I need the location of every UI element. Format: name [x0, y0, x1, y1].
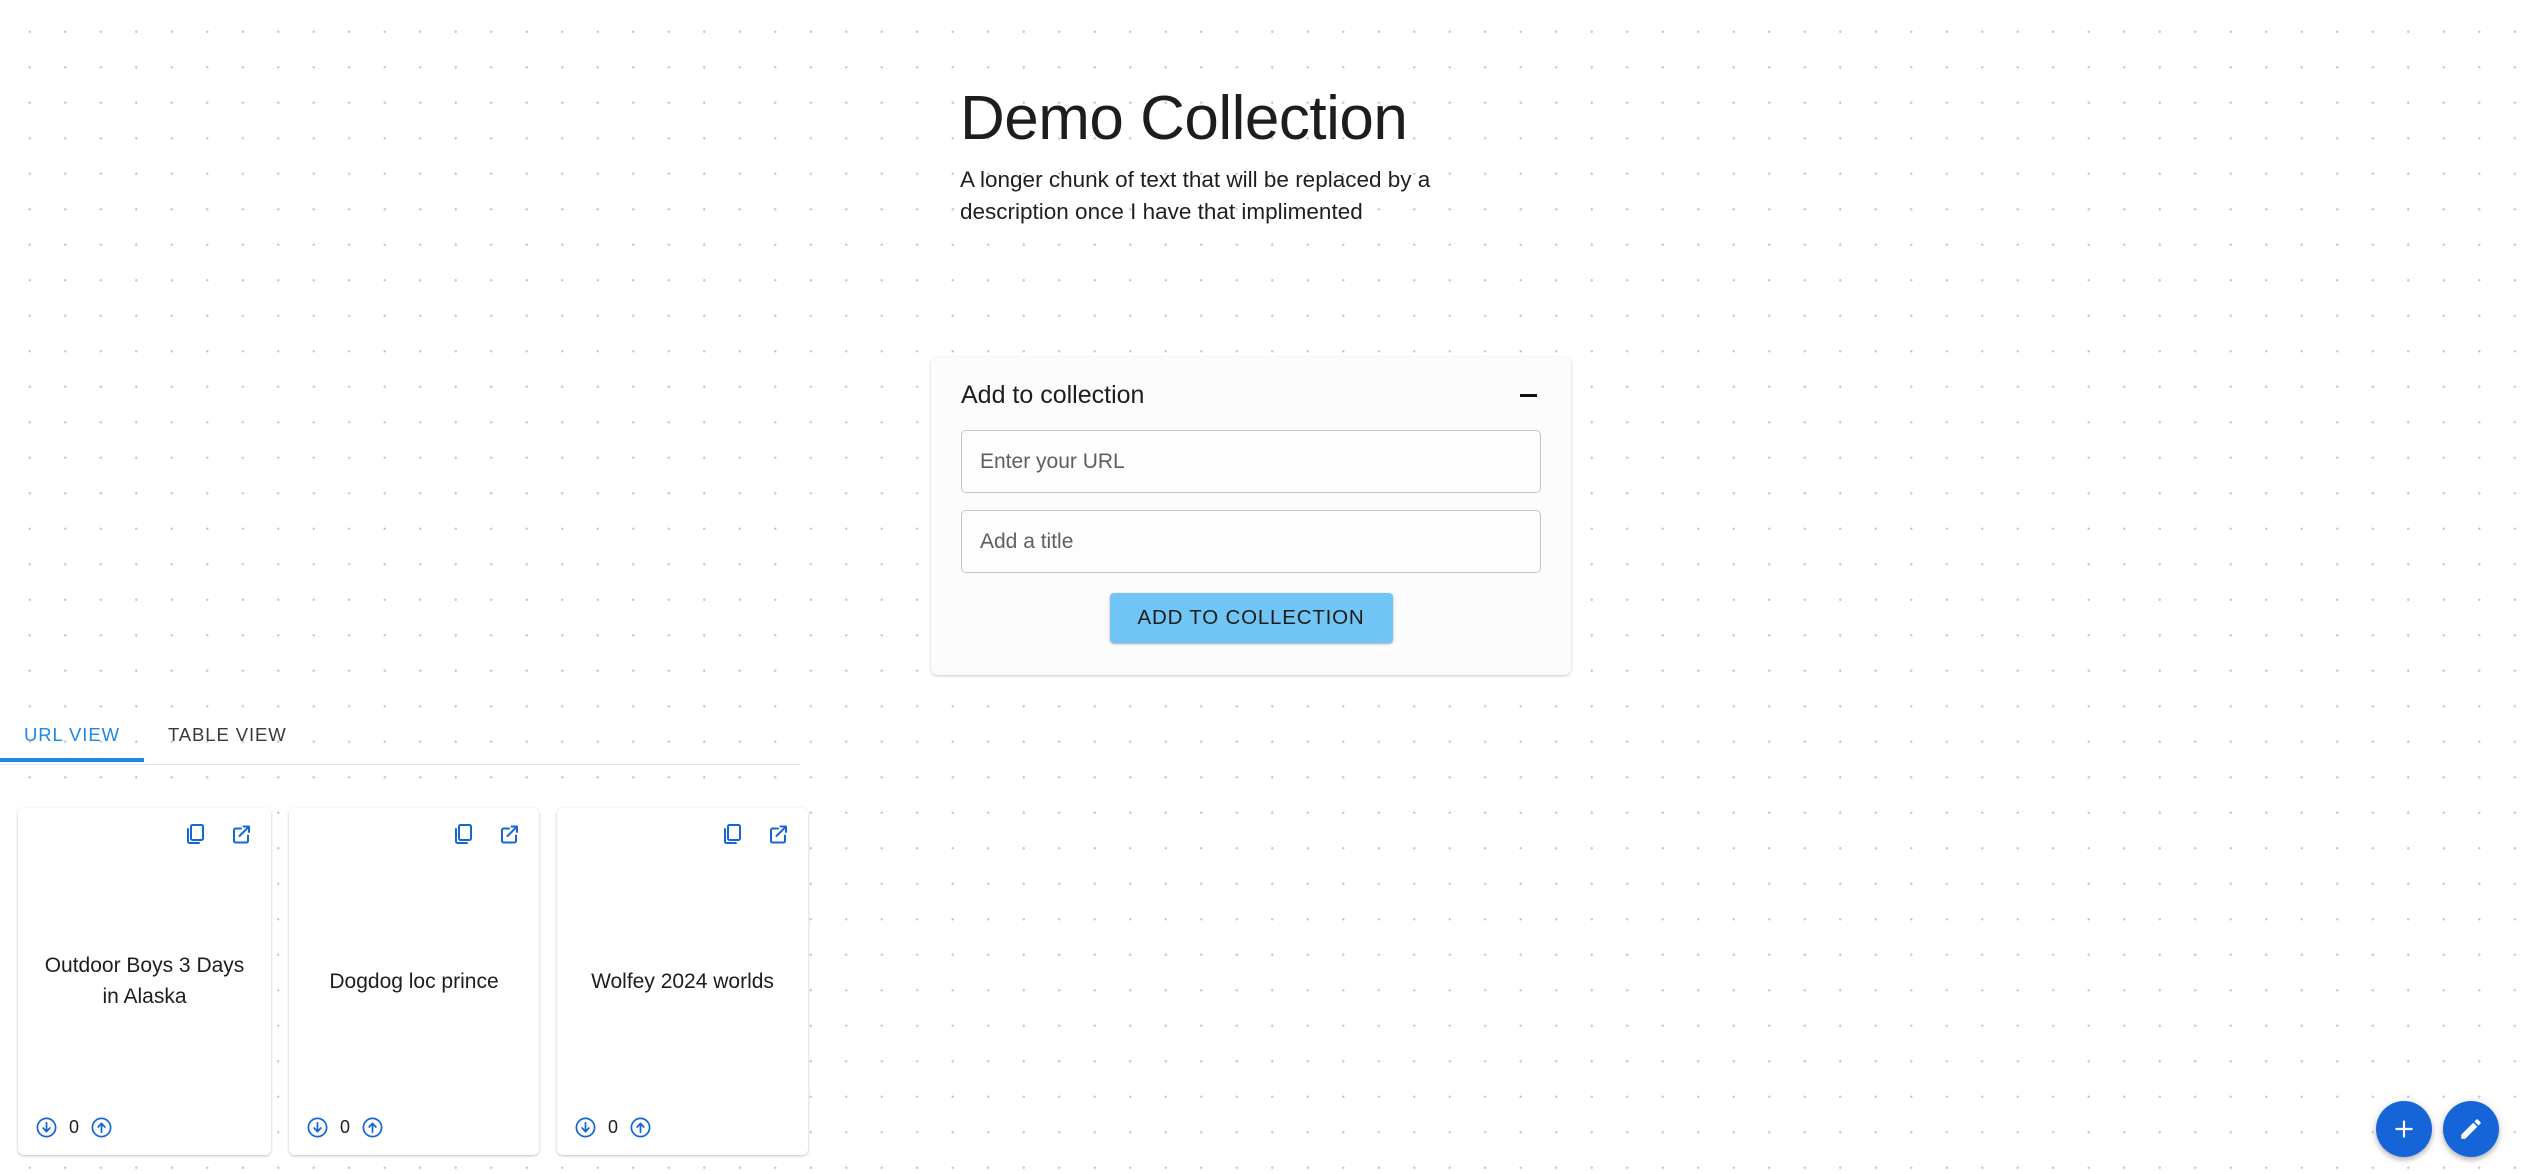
- pencil-icon: [2461, 1119, 2481, 1139]
- add-to-collection-button[interactable]: ADD TO COLLECTION: [1109, 593, 1393, 643]
- url-card-votes: 0: [571, 1116, 794, 1141]
- url-card[interactable]: Wolfey 2024 worlds 0: [557, 808, 808, 1155]
- url-card-actions: [303, 822, 525, 846]
- plus-icon: [2395, 1120, 2413, 1138]
- title-input[interactable]: [961, 510, 1541, 573]
- tab-table-view[interactable]: TABLE VIEW: [144, 720, 311, 762]
- url-card-vote-count: 0: [69, 1117, 80, 1137]
- add-fab[interactable]: [2376, 1101, 2432, 1157]
- arrow-circle-down-icon[interactable]: [574, 1116, 597, 1139]
- add-to-collection-panel-header: Add to collection: [931, 357, 1571, 420]
- page-title: Demo Collection: [960, 84, 1408, 153]
- arrow-circle-down-icon[interactable]: [35, 1116, 58, 1139]
- edit-fab[interactable]: [2443, 1101, 2499, 1157]
- page-header: Demo Collection A longer chunk of text t…: [960, 88, 1580, 228]
- open-in-new-icon[interactable]: [497, 822, 521, 846]
- url-card-title: Wolfey 2024 worlds: [591, 969, 774, 993]
- url-card-vote-count: 0: [608, 1117, 619, 1137]
- arrow-circle-down-icon[interactable]: [306, 1116, 329, 1139]
- copy-icon[interactable]: [451, 822, 475, 846]
- open-in-new-icon[interactable]: [766, 822, 790, 846]
- url-card-actions: [32, 822, 257, 846]
- minus-icon-bar: [1519, 394, 1537, 397]
- url-card-list: Outdoor Boys 3 Days in Alaska 0 Dogdog l…: [18, 808, 808, 1155]
- url-card-actions: [571, 822, 794, 846]
- copy-icon[interactable]: [720, 822, 744, 846]
- page-description: A longer chunk of text that will be repl…: [960, 167, 1431, 224]
- url-card[interactable]: Outdoor Boys 3 Days in Alaska 0: [18, 808, 271, 1155]
- url-input[interactable]: [961, 430, 1541, 493]
- arrow-circle-up-icon[interactable]: [629, 1116, 652, 1139]
- minus-icon[interactable]: [1515, 383, 1541, 409]
- url-card-title: Dogdog loc prince: [329, 969, 499, 993]
- floating-action-buttons: [2376, 1101, 2499, 1157]
- open-in-new-icon[interactable]: [229, 822, 253, 846]
- url-card-votes: 0: [32, 1116, 257, 1141]
- url-card[interactable]: Dogdog loc prince 0: [289, 808, 539, 1155]
- url-card-vote-count: 0: [340, 1117, 351, 1137]
- tab-url-view[interactable]: URL VIEW: [0, 720, 144, 762]
- url-card-title: Outdoor Boys 3 Days in Alaska: [44, 954, 245, 1008]
- add-to-collection-panel-body: ADD TO COLLECTION: [931, 420, 1571, 675]
- arrow-circle-up-icon[interactable]: [90, 1116, 113, 1139]
- view-tab-bar: URL VIEW TABLE VIEW: [0, 720, 800, 765]
- add-to-collection-title: Add to collection: [961, 381, 1145, 409]
- url-card-votes: 0: [303, 1116, 525, 1141]
- add-to-collection-panel: Add to collection ADD TO COLLECTION: [931, 357, 1571, 675]
- arrow-circle-up-icon[interactable]: [361, 1116, 384, 1139]
- copy-icon[interactable]: [183, 822, 207, 846]
